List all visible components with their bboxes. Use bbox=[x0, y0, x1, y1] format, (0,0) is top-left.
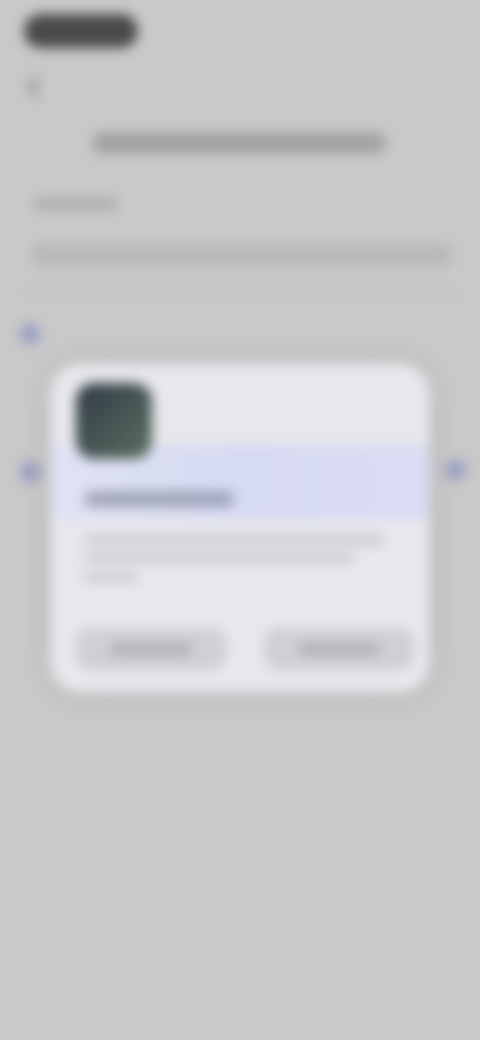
dialog-message-line bbox=[84, 536, 384, 544]
modal-dialog bbox=[50, 363, 430, 693]
dialog-message-line bbox=[84, 573, 138, 581]
radio-icon[interactable] bbox=[20, 324, 40, 344]
dialog-primary-button-label bbox=[298, 643, 380, 655]
radio-icon[interactable] bbox=[446, 460, 466, 480]
dialog-secondary-button-label bbox=[110, 643, 192, 655]
radio-icon[interactable] bbox=[20, 462, 40, 482]
dialog-title bbox=[84, 491, 234, 507]
screen bbox=[0, 0, 480, 1040]
page-title bbox=[92, 132, 386, 154]
divider bbox=[26, 292, 456, 294]
app-icon bbox=[76, 383, 152, 459]
back-arrow-icon[interactable] bbox=[26, 76, 49, 99]
dialog-primary-button[interactable] bbox=[264, 628, 414, 670]
field-label bbox=[32, 198, 118, 210]
input-field[interactable] bbox=[32, 244, 452, 266]
status-pill-icon bbox=[24, 14, 138, 48]
dialog-message-line bbox=[84, 554, 354, 562]
dialog-secondary-button[interactable] bbox=[76, 628, 226, 670]
